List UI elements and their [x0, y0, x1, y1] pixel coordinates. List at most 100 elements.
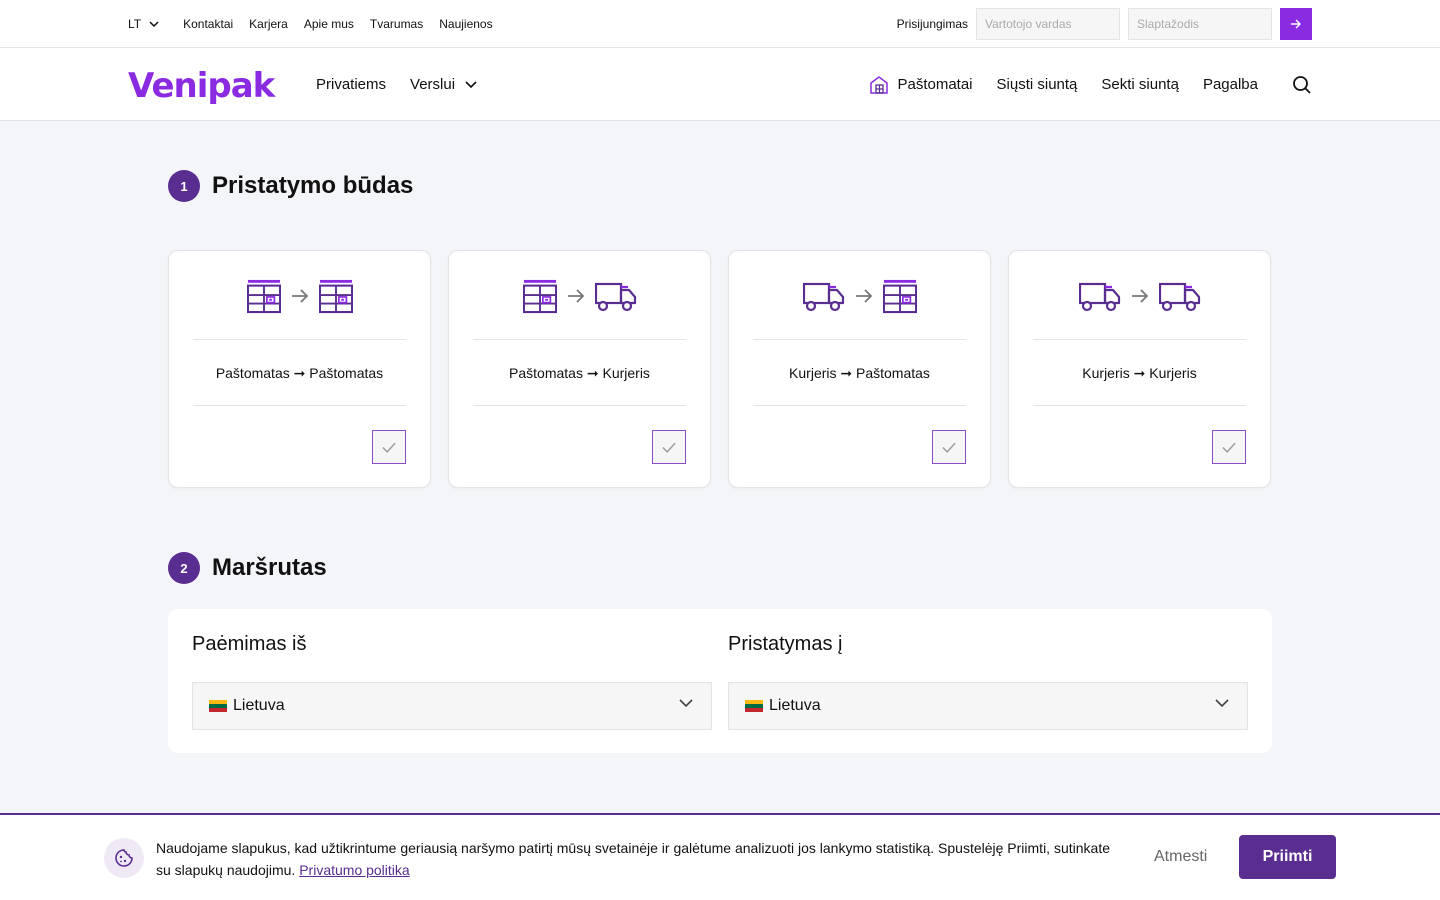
cookie-banner: Naudojame slapukus, kad užtikrintume ger…: [0, 813, 1440, 900]
route-panel: Paėmimas iš Lietuva Pristatymas į Lietuv…: [168, 609, 1272, 753]
arrow-right-icon: [1131, 289, 1149, 303]
link-naujienos[interactable]: Naujienos: [439, 17, 492, 31]
option-label: Paštomatas ➞ Kurjeris: [509, 365, 650, 381]
parcel-locker-icon: [883, 278, 917, 314]
route-icons: [169, 277, 430, 315]
privacy-policy-link[interactable]: Privatumo politika: [299, 862, 410, 878]
arrow-right-icon: [291, 289, 309, 303]
option-label: Kurjeris ➞ Paštomatas: [789, 365, 930, 381]
nav-sekti-label: Sekti siuntą: [1101, 76, 1179, 93]
delivery-option-courier-locker[interactable]: Kurjeris ➞ Paštomatas: [728, 250, 991, 488]
cookie-text: Naudojame slapukus, kad užtikrintume ger…: [156, 837, 1116, 881]
divider: [1033, 339, 1246, 340]
username-input[interactable]: [976, 8, 1120, 40]
chevron-down-icon: [465, 81, 477, 88]
nav-pagalba-label: Pagalba: [1202, 76, 1258, 93]
language-selector[interactable]: LT: [128, 17, 159, 31]
locker-house-icon: [870, 75, 889, 94]
top-bar: LT Kontaktai Karjera Apie mus Tvarumas N…: [0, 0, 1440, 48]
reject-cookies-button[interactable]: Atmesti: [1154, 848, 1207, 866]
pickup-country-select[interactable]: Lietuva: [192, 682, 712, 730]
login-form: Prisijungimas: [897, 0, 1312, 48]
delivery-section-header: 1 Pristatymo būdas: [168, 170, 413, 202]
link-apie-mus[interactable]: Apie mus: [304, 17, 354, 31]
nav-left: Privatiems Verslui: [316, 48, 501, 121]
truck-icon: [1159, 280, 1201, 312]
truck-icon: [1079, 280, 1121, 312]
search-icon: [1293, 75, 1311, 94]
delivery-options: Paštomatas ➞ Paštomatas Paštomatas ➞ Kur…: [168, 250, 1271, 488]
arrow-right-icon: [567, 289, 585, 303]
divider: [473, 405, 686, 406]
route-icons: [1009, 277, 1270, 315]
login-label: Prisijungimas: [896, 17, 968, 31]
cookie-icon: [104, 838, 144, 878]
checkmark-icon: [1222, 442, 1236, 453]
main-nav: Venipak Privatiems Verslui Paštomatai Si…: [0, 48, 1440, 121]
chevron-down-icon: [1215, 699, 1229, 707]
pickup-country-value: Lietuva: [233, 697, 285, 714]
parcel-locker-icon: [523, 278, 557, 314]
arrow-right-icon: [1291, 19, 1301, 29]
link-kontaktai[interactable]: Kontaktai: [183, 17, 233, 31]
checkmark-icon: [382, 442, 396, 453]
option-label: Kurjeris ➞ Kurjeris: [1082, 365, 1197, 381]
nav-pastomatai-label: Paštomatai: [897, 76, 973, 93]
top-links: LT Kontaktai Karjera Apie mus Tvarumas N…: [128, 0, 509, 48]
nav-pastomatai[interactable]: Paštomatai: [869, 75, 973, 95]
nav-verslui[interactable]: Verslui: [410, 76, 477, 93]
step-badge: 2: [168, 552, 200, 584]
truck-icon: [595, 280, 637, 312]
delivery-label: Pristatymas į: [728, 633, 843, 655]
parcel-locker-icon: [319, 278, 353, 314]
search-button[interactable]: [1292, 75, 1312, 95]
option-label: Paštomatas ➞ Paštomatas: [215, 365, 384, 381]
section-title: Maršrutas: [212, 554, 327, 581]
nav-sekti-siunta[interactable]: Sekti siuntą: [1101, 76, 1179, 93]
venipak-logo[interactable]: Venipak: [128, 66, 275, 106]
link-karjera[interactable]: Karjera: [249, 17, 288, 31]
link-tvarumas[interactable]: Tvarumas: [370, 17, 423, 31]
delivery-country-value: Lietuva: [769, 697, 821, 714]
accept-cookies-button[interactable]: Priimti: [1239, 835, 1336, 879]
nav-siusti-siunta[interactable]: Siųsti siuntą: [997, 76, 1078, 93]
divider: [753, 405, 966, 406]
delivery-option-courier-courier[interactable]: Kurjeris ➞ Kurjeris: [1008, 250, 1271, 488]
checkmark-icon: [942, 442, 956, 453]
divider: [1033, 405, 1246, 406]
chevron-down-icon: [679, 699, 693, 707]
nav-privatiems-label: Privatiems: [316, 76, 387, 93]
option-checkbox[interactable]: [932, 430, 966, 464]
delivery-column: Pristatymas į Lietuva: [728, 633, 1248, 730]
pickup-column: Paėmimas iš Lietuva: [192, 633, 712, 730]
delivery-country-select[interactable]: Lietuva: [728, 682, 1248, 730]
divider: [753, 339, 966, 340]
lithuania-flag-icon: [209, 700, 227, 712]
step-badge: 1: [168, 170, 200, 202]
arrow-right-icon: [855, 289, 873, 303]
divider: [193, 405, 406, 406]
lithuania-flag-icon: [745, 700, 763, 712]
nav-right: Paštomatai Siųsti siuntą Sekti siuntą Pa…: [845, 48, 1312, 121]
nav-pagalba[interactable]: Pagalba: [1203, 76, 1258, 93]
password-input[interactable]: [1128, 8, 1272, 40]
nav-siusti-label: Siųsti siuntą: [996, 76, 1078, 93]
delivery-option-locker-locker[interactable]: Paštomatas ➞ Paštomatas: [168, 250, 431, 488]
option-checkbox[interactable]: [372, 430, 406, 464]
delivery-option-locker-courier[interactable]: Paštomatas ➞ Kurjeris: [448, 250, 711, 488]
login-submit-button[interactable]: [1280, 8, 1312, 40]
truck-icon: [803, 280, 845, 312]
section-title: Pristatymo būdas: [212, 172, 414, 199]
divider: [193, 339, 406, 340]
pickup-label: Paėmimas iš: [192, 633, 307, 655]
route-icons: [729, 277, 990, 315]
checkmark-icon: [662, 442, 676, 453]
route-icons: [449, 277, 710, 315]
language-label: LT: [128, 17, 142, 31]
option-checkbox[interactable]: [1212, 430, 1246, 464]
nav-privatiems[interactable]: Privatiems: [316, 76, 386, 93]
option-checkbox[interactable]: [652, 430, 686, 464]
chevron-down-icon: [149, 21, 159, 27]
nav-verslui-label: Verslui: [410, 76, 456, 93]
divider: [473, 339, 686, 340]
